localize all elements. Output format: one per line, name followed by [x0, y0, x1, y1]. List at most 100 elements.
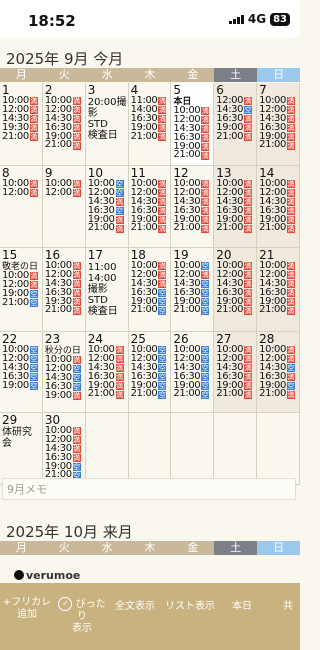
slot-time: 21:00 [44, 139, 72, 151]
share-button[interactable]: 共 [276, 601, 300, 613]
status-full-tag: 満 [115, 224, 124, 233]
event-note: 体研究会 [2, 427, 32, 449]
memo-field[interactable]: 9月メモ [2, 478, 296, 500]
status-full-tag: 満 [286, 355, 295, 364]
calendar-day-cell[interactable]: 12 10:00 満 12:00 満 14:30 満 16:30 満 19:00 満 21:00 満 [171, 166, 215, 247]
calendar-day-cell[interactable]: 20 10:00 満 12:00 満 14:30 満 16:30 満 19:00 満 21:00 満 [214, 248, 258, 331]
status-full-tag: 満 [286, 97, 295, 106]
calendar-day-cell[interactable]: 23 秋分の日 10:00 満 12:00 空 14:30 空 16:30 空 19:00 満 [42, 332, 86, 412]
slot-time: 21:00 [130, 130, 158, 142]
check-icon: ✓ [58, 597, 73, 611]
calendar-day-cell[interactable]: 29 体研究会 [0, 413, 43, 484]
fulltext-view-button[interactable]: 全文表示 [110, 601, 160, 613]
status-open-tag: 空 [201, 280, 210, 289]
slot-time: 21:00 [216, 304, 244, 316]
time-slot: 21:00 満 [130, 222, 171, 234]
time-slot: 19:00 空 [2, 380, 42, 391]
status-full-tag: 満 [115, 216, 124, 224]
status-full-tag: 満 [286, 216, 295, 224]
calendar-day-cell[interactable]: 28 10:00 満 12:00 満 14:30 空 16:30 満 19:00 空 21:00 満 [257, 332, 300, 412]
status-open-tag: 空 [29, 299, 38, 308]
time-slot: 21:00 空 [130, 388, 171, 400]
status-full-tag: 満 [286, 124, 295, 133]
status-full-tag: 満 [29, 97, 38, 106]
calendar-day-cell[interactable]: 11 10:00 満 12:00 満 14:30 満 16:30 満 19:00 満 21:00 満 [128, 166, 172, 247]
list-view-button[interactable]: リスト表示 [162, 601, 218, 613]
weekday-tue: 火 [42, 68, 86, 82]
status-full-tag: 満 [201, 271, 210, 280]
status-open-tag: 空 [286, 364, 295, 373]
calendar-day-cell[interactable]: 8 10:00 満 12:00 満 [0, 166, 43, 247]
status-full-tag: 満 [201, 224, 210, 233]
status-full-tag: 満 [286, 306, 295, 315]
status-full-tag: 満 [244, 271, 253, 280]
calendar-day-cell[interactable]: 15 敬老の日 10:00 満 12:00 満 19:00 空 21:00 空 [0, 248, 43, 331]
time-slot: 21:00 満 [216, 304, 256, 316]
status-full-tag: 満 [29, 189, 38, 198]
calendar-day-cell[interactable]: 7 10:00 満 12:00 満 14:30 満 16:30 満 19:00 満 21:00 満 [257, 83, 300, 165]
status-full-tag: 満 [244, 346, 253, 355]
status-full-tag: 満 [72, 436, 81, 445]
calendar-day-cell[interactable]: 24 10:00 満 12:00 満 14:30 満 16:30 満 19:00 満 21:00 満 [85, 332, 129, 412]
calendar-day-cell[interactable]: 27 10:00 満 12:00 満 14:30 満 16:30 満 19:00 満 21:00 満 [214, 332, 258, 412]
event-note: 20:00撮 [87, 97, 127, 108]
calendar-day-cell[interactable]: 3 20:00撮影 STD 検査日 [85, 83, 129, 165]
time-slot: 21:00 満 [259, 140, 299, 150]
calendar-day-cell[interactable]: 1 10:00 満 12:00 満 14:30 満 19:30 満 21:00 満 [0, 83, 43, 165]
time-slot: 21:00 満 [130, 130, 171, 142]
slot-time: 21:00 [130, 222, 158, 234]
status-full-tag: 満 [115, 346, 124, 355]
calendar-day-cell[interactable]: 4 11:00 満 14:00 満 16:30 満 19:00 満 21:00 満 [128, 83, 172, 165]
calendar-day-cell[interactable]: 10 10:00 空 12:00 空 14:30 満 16:30 空 19:00 満 21:00 満 [85, 166, 129, 247]
time-slot: 21:00 満 [45, 305, 85, 315]
calendar-day-cell[interactable]: 22 10:00 空 12:00 空 14:30 空 16:30 空 19:00 空 [0, 332, 43, 412]
calendar-day-cell[interactable]: 25 10:00 空 12:00 空 14:30 空 16:30 空 19:00 空 21:00 空 [128, 332, 172, 412]
status-full-tag: 満 [244, 298, 253, 306]
calendar-day-cell[interactable]: 19 10:00 空 12:00 満 14:30 空 16:30 空 19:00 空 21:00 空 [171, 248, 215, 331]
calendar-day-cell[interactable]: 18 10:00 満 12:00 満 14:30 満 16:30 空 19:00 空 21:00 空 [128, 248, 172, 331]
time-slot: 21:00 空 [2, 297, 42, 308]
time-slot: 21:00 満 [259, 223, 299, 233]
calendar-day-cell[interactable]: 16 10:00 満 12:00 満 14:30 満 16:30 満 19:30 満 21:00 満 [42, 248, 86, 331]
status-full-tag: 満 [158, 180, 167, 189]
status-full-tag: 満 [158, 189, 167, 198]
weekday-tue: 火 [42, 541, 86, 555]
calendar-day-cell[interactable]: 14 10:00 満 12:00 満 14:30 満 16:30 満 19:00 満 21:00 満 [257, 166, 300, 247]
calendar-day-cell[interactable]: 5 本日 10:00 満 12:00 満 14:30 満 16:30 満 19:00 満 21:00 満 [171, 83, 215, 165]
calendar-day-empty [85, 413, 129, 484]
calendar-day-cell[interactable]: 17 11:00 14:00 撮影 STD 検査日 [85, 248, 129, 331]
slot-time: 21:00 [130, 388, 158, 400]
status-full-tag: 満 [244, 207, 253, 216]
status-open-tag: 空 [115, 180, 124, 189]
status-full-tag: 満 [286, 115, 295, 124]
status-open-tag: 空 [201, 298, 210, 306]
fit-view-button[interactable]: ✓ ぴったり 表示 [56, 597, 108, 635]
status-open-tag: 空 [72, 383, 81, 392]
status-full-tag: 満 [286, 390, 295, 399]
status-full-tag: 満 [72, 356, 81, 365]
calendar-week-row: 15 敬老の日 10:00 満 12:00 満 19:00 空 21:00 空 16 10:00 満 12… [0, 248, 300, 332]
time-slot: 19:00 満 [45, 390, 85, 401]
status-full-tag: 満 [72, 454, 81, 463]
calendar-day-cell[interactable]: 13 10:00 満 12:00 満 14:30 満 16:30 満 19:00 満 21:00 満 [214, 166, 258, 247]
add-calendar-button[interactable]: +フリカレ 追加 [2, 597, 52, 621]
status-full-tag: 満 [72, 141, 81, 150]
day-number: 17 [87, 248, 103, 262]
calendar-day-cell[interactable]: 2 10:00 満 12:00 満 14:30 満 16:30 満 19:00 満 21:00 満 [42, 83, 86, 165]
today-button[interactable]: 本日 [222, 601, 262, 613]
status-full-tag: 満 [244, 224, 253, 233]
status-open-tag: 空 [72, 365, 81, 374]
calendar-day-cell[interactable]: 30 10:00 満 12:00 満 14:30 満 16:30 満 19:00 空 21:00 空 [42, 413, 86, 484]
calendar-day-cell[interactable]: 21 10:00 満 12:00 満 14:30 満 16:30 満 19:00 満 21:00 満 [257, 248, 300, 331]
calendar-day-cell[interactable]: 6 12:00 満 14:30 空 16:30 満 19:00 満 21:00 満 [214, 83, 258, 165]
status-time: 18:52 [28, 12, 76, 30]
calendar-day-cell[interactable]: 26 10:00 空 12:00 空 14:30 空 16:30 空 19:00 空 21:00 空 [171, 332, 215, 412]
time-slot: 21:00 満 [173, 150, 213, 160]
calendar-day-cell[interactable]: 9 10:00 満 12:00 満 [42, 166, 86, 247]
status-full-tag: 満 [72, 392, 81, 400]
slot-time: 21:00 [259, 388, 286, 400]
status-full-tag: 満 [72, 262, 81, 271]
day-number: 3 [87, 83, 96, 97]
slot-time: 21:00 [216, 388, 244, 400]
month-title-october: 2025年 10月 来月 [6, 523, 133, 541]
